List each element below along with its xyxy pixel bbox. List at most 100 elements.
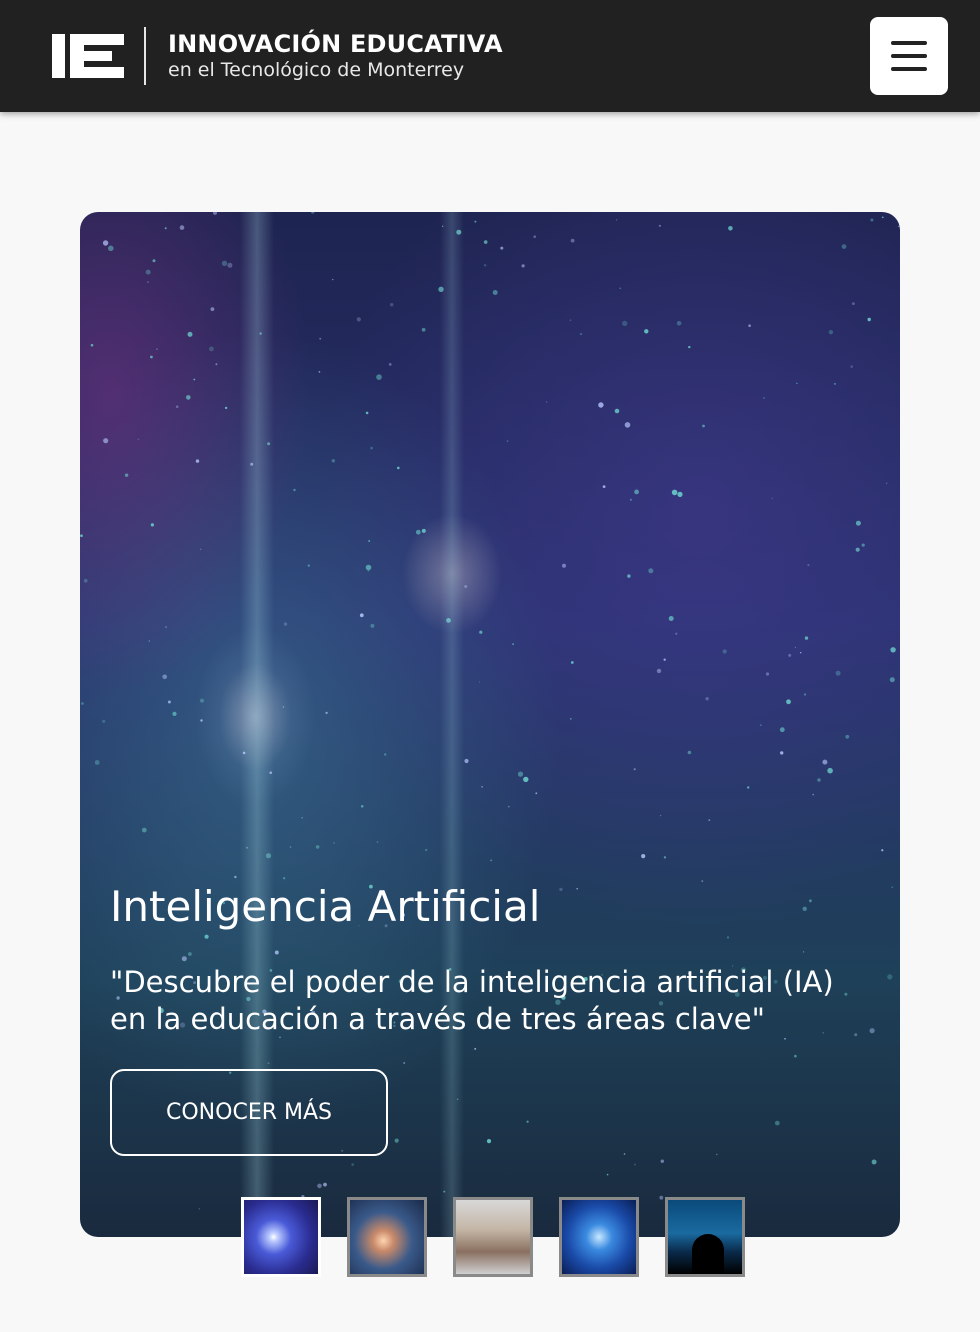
star bbox=[748, 324, 751, 327]
star bbox=[512, 643, 514, 645]
star bbox=[209, 346, 214, 352]
star bbox=[360, 805, 364, 808]
star bbox=[774, 1120, 780, 1126]
star bbox=[759, 724, 762, 726]
star bbox=[705, 697, 709, 701]
thumbnail-man-with-glasses[interactable] bbox=[453, 1197, 533, 1277]
star bbox=[656, 668, 662, 674]
star bbox=[318, 371, 321, 373]
star bbox=[376, 374, 382, 380]
star bbox=[179, 225, 185, 230]
star bbox=[634, 1163, 636, 1166]
hero-description: "Descubre el poder de la inteligencia ar… bbox=[110, 965, 834, 1036]
star bbox=[481, 785, 483, 788]
star bbox=[150, 355, 153, 359]
star bbox=[274, 950, 279, 955]
star bbox=[817, 778, 821, 782]
star bbox=[822, 759, 828, 765]
thumbnail-robot-hand[interactable] bbox=[347, 1197, 427, 1277]
star bbox=[648, 568, 654, 574]
star bbox=[283, 622, 288, 626]
star bbox=[397, 466, 400, 470]
star bbox=[227, 262, 233, 268]
star bbox=[370, 623, 375, 628]
star bbox=[421, 327, 426, 332]
star bbox=[500, 246, 504, 250]
star bbox=[869, 1028, 875, 1034]
star bbox=[629, 498, 632, 501]
star bbox=[882, 216, 884, 219]
star bbox=[675, 632, 678, 635]
star bbox=[598, 402, 604, 408]
star bbox=[569, 718, 572, 720]
star bbox=[81, 702, 84, 705]
brand-subtitle[interactable]: en el Tecnológico de Monterrey bbox=[168, 59, 464, 81]
conocer-mas-button[interactable]: CONOCER MÁS bbox=[110, 1069, 388, 1156]
menu-button[interactable] bbox=[870, 17, 948, 95]
star bbox=[365, 411, 369, 415]
star bbox=[145, 269, 151, 275]
star bbox=[370, 446, 373, 450]
star bbox=[315, 845, 320, 849]
star bbox=[148, 640, 150, 642]
star bbox=[688, 345, 691, 349]
star bbox=[677, 491, 683, 497]
star bbox=[850, 365, 853, 368]
star bbox=[94, 760, 100, 765]
star bbox=[802, 951, 805, 953]
star bbox=[545, 401, 548, 403]
star bbox=[390, 303, 394, 307]
star bbox=[521, 264, 525, 268]
star bbox=[356, 317, 361, 322]
thumbnail-digital-brain[interactable] bbox=[559, 1197, 639, 1277]
star bbox=[162, 674, 167, 680]
star bbox=[861, 543, 865, 547]
hamburger-menu-icon bbox=[891, 41, 927, 45]
star bbox=[80, 534, 83, 537]
star bbox=[137, 438, 140, 441]
star bbox=[809, 899, 812, 903]
star bbox=[779, 727, 785, 733]
star bbox=[708, 819, 711, 821]
star bbox=[623, 1153, 626, 1155]
star bbox=[803, 693, 807, 696]
star bbox=[172, 711, 177, 716]
star bbox=[188, 952, 192, 956]
star bbox=[147, 281, 149, 284]
star bbox=[576, 887, 578, 890]
star bbox=[658, 224, 662, 227]
star bbox=[668, 616, 674, 621]
ie-logo-icon[interactable] bbox=[52, 34, 124, 78]
hamburger-menu-icon-bar bbox=[891, 67, 927, 71]
star bbox=[728, 226, 733, 231]
thumbnail-monitor-wall[interactable] bbox=[665, 1197, 745, 1277]
star bbox=[841, 244, 847, 249]
star bbox=[164, 625, 168, 629]
thumbnail-space-stars[interactable] bbox=[241, 1197, 321, 1277]
star bbox=[319, 337, 322, 340]
star bbox=[784, 1038, 786, 1040]
star bbox=[156, 348, 158, 350]
star bbox=[526, 1120, 529, 1123]
star bbox=[425, 848, 428, 852]
star bbox=[492, 290, 498, 295]
star bbox=[224, 406, 228, 410]
star bbox=[702, 424, 705, 428]
star bbox=[331, 459, 335, 463]
star bbox=[282, 706, 284, 708]
star bbox=[535, 792, 538, 795]
star bbox=[195, 459, 200, 463]
star bbox=[103, 438, 109, 444]
star bbox=[186, 395, 191, 400]
star bbox=[507, 805, 510, 808]
star bbox=[835, 670, 841, 676]
brand-title[interactable]: INNOVACIÓN EDUCATIVA bbox=[168, 30, 503, 58]
star bbox=[804, 636, 809, 640]
star bbox=[867, 317, 871, 322]
star bbox=[384, 753, 387, 756]
star bbox=[687, 750, 692, 755]
star bbox=[283, 877, 286, 880]
star bbox=[660, 1159, 664, 1163]
star bbox=[368, 540, 371, 542]
star bbox=[802, 906, 807, 911]
